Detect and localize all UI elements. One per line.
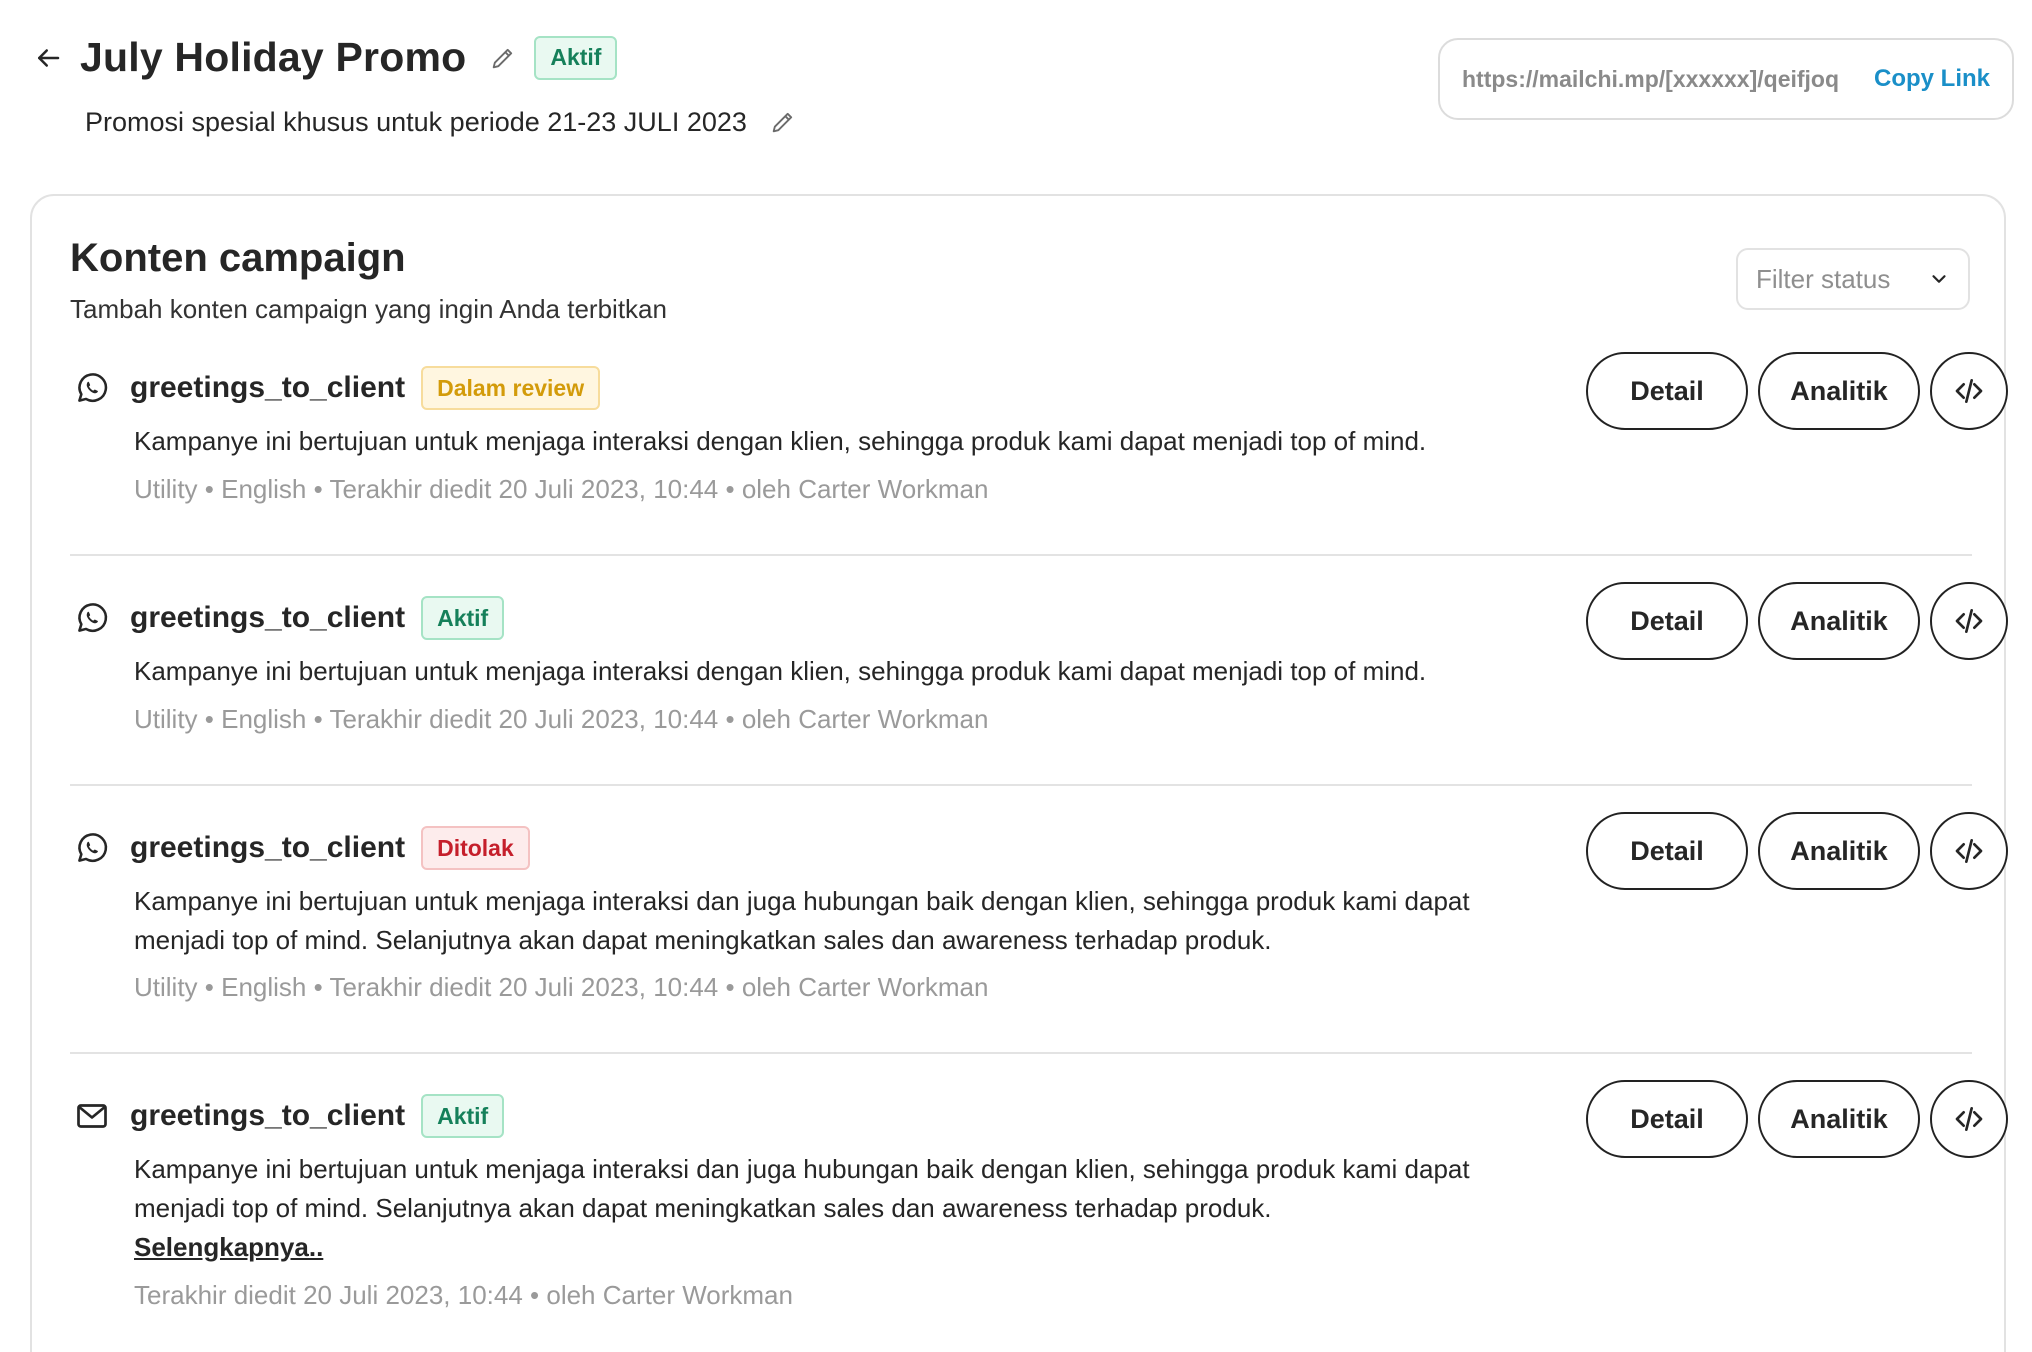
back-button[interactable] [30, 40, 66, 76]
arrow-left-icon [38, 49, 60, 67]
title-row: July Holiday Promo Aktif [80, 34, 618, 81]
item-meta: Utility • English • Terakhir diedit 20 J… [134, 972, 989, 1002]
item-meta: Terakhir diedit 20 Juli 2023, 10:44 • ol… [134, 1280, 793, 1310]
edit-subtitle-button[interactable] [767, 106, 799, 138]
campaign-status-badge: Aktif [534, 35, 618, 80]
analytics-button[interactable]: Analitik [1758, 352, 1920, 430]
item-actions: Detail Analitik [1586, 1080, 2008, 1158]
item-description: Kampanye ini bertujuan untuk menjaga int… [134, 426, 1427, 456]
detail-button[interactable]: Detail [1586, 352, 1748, 430]
filter-status-placeholder: Filter status [1756, 263, 1891, 294]
copy-link-button[interactable]: Copy Link [1874, 65, 1990, 93]
item-header: greetings_to_client Aktif [70, 596, 505, 640]
item-actions: Detail Analitik [1586, 582, 2008, 660]
item-name: greetings_to_client [130, 371, 406, 404]
embed-code-button[interactable] [1930, 1080, 2008, 1158]
detail-button[interactable]: Detail [1586, 812, 1748, 890]
item-name: greetings_to_client [130, 831, 406, 864]
item-description: Kampanye ini bertujuan untuk menjaga int… [134, 1150, 1544, 1267]
edit-title-button[interactable] [486, 41, 520, 75]
campaign-detail-page: July Holiday Promo Aktif Promosi spesial… [0, 0, 2032, 1352]
embed-code-button[interactable] [1930, 352, 2008, 430]
campaign-subtitle: Promosi spesial khusus untuk periode 21-… [85, 106, 747, 137]
section-title: Konten campaign [70, 236, 406, 280]
item-description: Kampanye ini bertujuan untuk menjaga int… [134, 656, 1427, 686]
embed-code-button[interactable] [1930, 812, 2008, 890]
status-badge: Aktif [421, 596, 505, 640]
status-badge: Aktif [421, 1094, 505, 1138]
item-meta: Utility • English • Terakhir diedit 20 J… [134, 474, 989, 504]
divider [70, 554, 1972, 556]
code-icon [1955, 379, 1983, 403]
item-description: Kampanye ini bertujuan untuk menjaga int… [134, 886, 1470, 955]
pencil-icon [772, 112, 792, 133]
analytics-button[interactable]: Analitik [1758, 812, 1920, 890]
subtitle-row: Promosi spesial khusus untuk periode 21-… [85, 106, 799, 138]
item-header: greetings_to_client Ditolak [70, 826, 530, 870]
item-meta: Utility • English • Terakhir diedit 20 J… [134, 704, 989, 734]
campaign-content-card: Konten campaign Tambah konten campaign y… [30, 194, 2008, 1352]
page-title: July Holiday Promo [80, 34, 467, 80]
item-name: greetings_to_client [130, 1099, 406, 1132]
item-description-text: Kampanye ini bertujuan untuk menjaga int… [134, 1154, 1470, 1223]
detail-button[interactable]: Detail [1586, 582, 1748, 660]
pencil-icon [493, 48, 513, 68]
analytics-button[interactable]: Analitik [1758, 582, 1920, 660]
filter-status-dropdown[interactable]: Filter status [1736, 248, 1970, 310]
whatsapp-icon [70, 596, 114, 640]
item-header: greetings_to_client Dalam review [70, 366, 601, 410]
item-header: greetings_to_client Aktif [70, 1094, 505, 1138]
section-description: Tambah konten campaign yang ingin Anda t… [70, 294, 667, 324]
code-icon [1955, 609, 1983, 633]
item-actions: Detail Analitik [1586, 812, 2008, 890]
embed-code-button[interactable] [1930, 582, 2008, 660]
status-badge: Dalam review [421, 366, 601, 410]
analytics-button[interactable]: Analitik [1758, 1080, 1920, 1158]
read-more-link[interactable]: Selengkapnya.. [134, 1228, 1544, 1267]
campaign-link-box: https://mailchi.mp/[xxxxxx]/qeifjoq Copy… [1438, 38, 2014, 120]
email-icon [70, 1094, 114, 1138]
whatsapp-icon [70, 366, 114, 410]
detail-button[interactable]: Detail [1586, 1080, 1748, 1158]
status-badge: Ditolak [421, 826, 530, 870]
item-actions: Detail Analitik [1586, 352, 2008, 430]
code-icon [1955, 1107, 1983, 1131]
whatsapp-icon [70, 826, 114, 870]
divider [70, 784, 1972, 786]
campaign-link-url: https://mailchi.mp/[xxxxxx]/qeifjoq [1462, 65, 1840, 92]
divider [70, 1052, 1972, 1054]
item-name: greetings_to_client [130, 601, 406, 634]
chevron-down-icon [1932, 275, 1946, 283]
code-icon [1955, 839, 1983, 863]
